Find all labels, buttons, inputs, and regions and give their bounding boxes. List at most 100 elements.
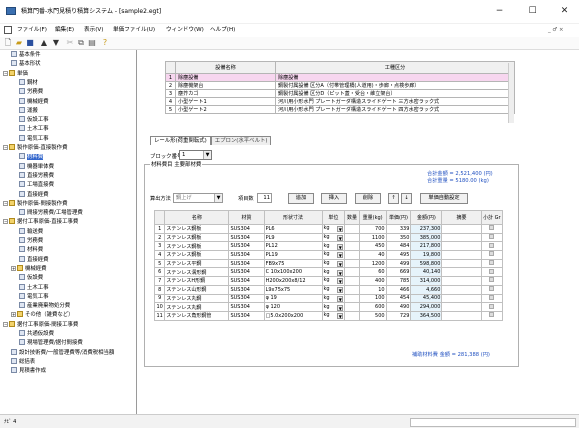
equipment-scrollbar[interactable] — [508, 63, 514, 123]
table-row[interactable]: 6 ステンレス溝形鋼 SUS304 C 10x100x200 kg ▼ 60 669 40,14… — [153, 267, 504, 278]
material-cell[interactable]: 40,140 — [410, 267, 443, 278]
table-row[interactable]: 7 ステンレスH形鋼 SUS304 H200x200x8/12 kg ▼ 400 785 314… — [153, 276, 504, 286]
tree-item[interactable]: 共通仮設費 — [19, 330, 54, 338]
tree-item[interactable]: 土木工事 — [19, 283, 49, 292]
tab-apron[interactable]: エプロン(水平ベルト) — [210, 136, 272, 145]
material-cell[interactable]: 4 — [153, 250, 166, 260]
material-cell[interactable]: SUS304 — [228, 241, 265, 252]
chevron-down-icon[interactable]: ▼ — [337, 278, 344, 285]
material-cell[interactable]: SUS304 — [228, 258, 265, 269]
material-cell[interactable]: 8 — [153, 284, 166, 295]
menu-unit-file[interactable]: 単価ファイル(U) — [113, 25, 155, 36]
material-cell[interactable]: ステンレス溝形鋼 — [164, 267, 230, 278]
tree-item[interactable]: 産業廃棄物処分費 — [19, 302, 70, 310]
material-cell[interactable]: 237,300 — [410, 224, 443, 234]
tree-item[interactable]: 機械経費 — [19, 97, 49, 106]
material-cell[interactable]: 454 — [385, 293, 412, 304]
material-cell[interactable]: ステンレス鋼板 — [164, 241, 230, 252]
tree-item[interactable]: 仮設工事 — [19, 116, 49, 124]
material-cell[interactable]: SUS304 — [228, 302, 265, 312]
material-cell[interactable]: kg ▼ — [321, 250, 346, 260]
material-cell[interactable]: kg ▼ — [321, 232, 346, 243]
chevron-down-icon[interactable]: ▼ — [214, 194, 222, 202]
tree-item[interactable]: − 据付工事原価-間接工事費 — [3, 320, 78, 329]
material-cell[interactable]: 1 — [153, 224, 166, 234]
tree-item[interactable]: 見積書作成 — [11, 367, 46, 375]
material-cell[interactable]: PL12 — [263, 241, 323, 252]
subtotal-checkbox[interactable] — [489, 234, 495, 240]
material-cell[interactable]: 729 — [385, 310, 412, 321]
material-cell[interactable]: 600 — [358, 302, 387, 312]
material-cell[interactable]: 6 — [153, 267, 166, 278]
material-cell[interactable]: 1100 — [358, 232, 387, 243]
tree-item[interactable]: 電気工事 — [19, 134, 49, 143]
up-icon[interactable]: ▲ — [39, 38, 49, 48]
material-cell[interactable]: 3 — [153, 241, 166, 252]
menu-view[interactable]: 表示(V) — [84, 25, 103, 36]
material-cell[interactable] — [441, 241, 482, 252]
block-select[interactable]: 1 ▼ — [179, 150, 212, 160]
material-cell[interactable] — [344, 267, 360, 278]
material-cell[interactable]: PL6 — [263, 224, 323, 234]
material-cell[interactable]: 484 — [385, 241, 412, 252]
material-cell[interactable] — [344, 232, 360, 243]
material-cell[interactable]: 400 — [358, 276, 387, 286]
material-cell[interactable]: □5.0x200x200 — [263, 310, 323, 321]
material-cell[interactable]: 5 — [153, 258, 166, 269]
copy-icon[interactable]: ⧉ — [76, 38, 86, 48]
table-row[interactable]: 9 ステンレス丸鋼 SUS304 φ 19 kg ▼ 100 454 45,400 — [153, 293, 504, 304]
material-cell[interactable]: 466 — [385, 284, 412, 295]
material-cell[interactable] — [441, 284, 482, 295]
tree-item[interactable]: 材料費 — [19, 153, 44, 161]
material-cell[interactable]: 4,660 — [410, 284, 443, 295]
material-cell[interactable]: 339 — [385, 224, 412, 234]
menu-window[interactable]: ウィンドウ(W) — [166, 25, 204, 36]
tree-item[interactable]: 鋼材 — [19, 78, 38, 87]
subtotal-group-cell[interactable] — [480, 302, 504, 312]
table-row[interactable]: 8 ステンレス山形鋼 SUS304 L9x75x75 kg ▼ 10 466 4,660 — [153, 284, 504, 295]
tree-item[interactable]: 土木工事 — [19, 125, 49, 133]
tree-item[interactable]: 材料費 — [19, 246, 43, 254]
material-cell[interactable]: C 10x100x200 — [263, 267, 323, 278]
tree-item[interactable]: − 製作原価-直接製作費 — [3, 144, 67, 152]
table-row[interactable]: 1 除塵設備 除塵設備 — [165, 73, 515, 82]
item-count-field[interactable]: 11 — [257, 193, 272, 203]
material-cell[interactable] — [344, 293, 360, 304]
calc-method-select[interactable]: 鋼上げ ▼ — [173, 193, 223, 203]
mdi-controls[interactable]: _ ♂ × — [548, 25, 563, 36]
subtotal-checkbox[interactable] — [489, 277, 495, 283]
help-icon[interactable]: ? — [100, 38, 110, 48]
subtotal-group-cell[interactable] — [480, 250, 504, 260]
subtotal-checkbox[interactable] — [489, 225, 495, 231]
material-cell[interactable]: 7 — [153, 276, 166, 286]
material-cell[interactable]: 314,000 — [410, 276, 443, 286]
table-row[interactable]: 10 ステンレス丸鋼 SUS304 φ 120 kg ▼ 600 490 294,000 — [153, 302, 504, 312]
material-cell[interactable]: 2 — [153, 232, 166, 243]
subtotal-group-cell[interactable] — [480, 224, 504, 234]
tree-item[interactable]: 機器単体費 — [19, 162, 54, 171]
material-cell[interactable] — [344, 258, 360, 269]
material-cell[interactable]: SUS304 — [228, 284, 265, 295]
tree-item[interactable]: 運搬 — [19, 106, 38, 115]
material-cell[interactable]: 495 — [385, 250, 412, 260]
expand-icon[interactable]: + — [11, 265, 16, 271]
chevron-down-icon[interactable]: ▼ — [203, 151, 211, 159]
material-cell[interactable]: PL19 — [263, 250, 323, 260]
cut-icon[interactable]: ✂ — [65, 38, 75, 48]
tree-item[interactable]: + 機械経費 — [11, 264, 47, 273]
material-cell[interactable]: 9 — [153, 293, 166, 304]
material-cell[interactable] — [441, 250, 482, 260]
material-cell[interactable]: ステンレス丸鋼 — [164, 302, 230, 312]
material-cell[interactable]: H200x200x8/12 — [263, 276, 323, 286]
material-cell[interactable]: 598,800 — [410, 258, 443, 269]
unit-auto-button[interactable]: 単価自動設定 — [420, 193, 468, 204]
subtotal-checkbox[interactable] — [489, 294, 495, 300]
material-cell[interactable]: SUS304 — [228, 250, 265, 260]
tree-item[interactable]: 輸送費 — [19, 227, 43, 236]
tree-item[interactable]: − 製作原価-間接製作費 — [3, 199, 67, 208]
material-cell[interactable]: FB9x75 — [263, 258, 323, 269]
material-cell[interactable] — [344, 284, 360, 295]
subtotal-group-cell[interactable] — [480, 258, 504, 269]
material-cell[interactable]: kg ▼ — [321, 302, 346, 312]
tree-item[interactable]: 電気工事 — [19, 292, 49, 301]
